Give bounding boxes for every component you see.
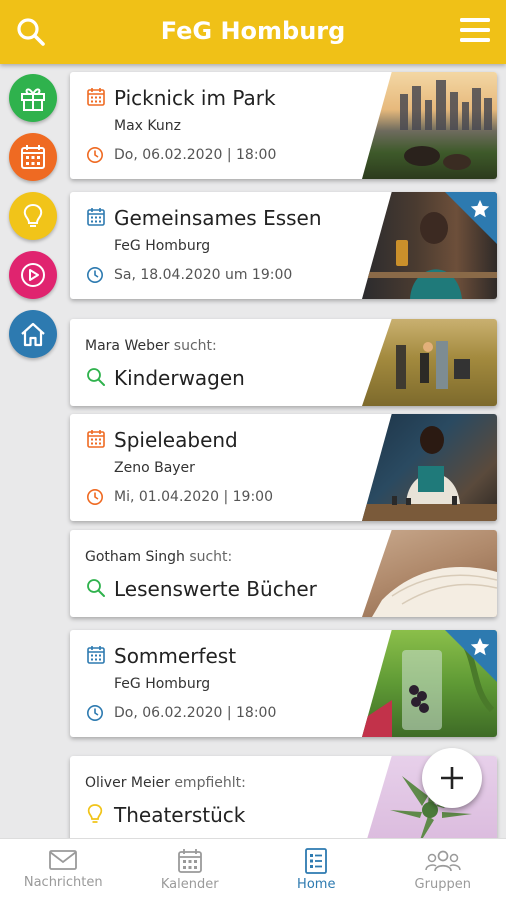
list-icon	[305, 848, 328, 874]
calendar-icon	[87, 208, 105, 226]
event-card[interactable]: Sommerfest FeG Homburg Do, 06.02.2020 | …	[70, 630, 497, 737]
request-author: Gotham Singh sucht:	[85, 549, 233, 565]
add-button[interactable]	[422, 748, 482, 808]
request-author: Mara Weber sucht:	[85, 338, 217, 354]
lightbulb-icon	[23, 203, 43, 227]
page-title: FeG Homburg	[160, 17, 346, 45]
event-title: Sommerfest	[114, 644, 237, 668]
clock-icon	[87, 267, 103, 283]
side-media-button[interactable]	[9, 251, 57, 299]
nav-label: Home	[297, 877, 336, 892]
gift-icon	[21, 88, 45, 111]
calendar-icon	[87, 646, 105, 664]
event-organizer: Zeno Bayer	[114, 460, 195, 476]
calendar-icon	[177, 849, 202, 873]
event-image	[362, 72, 497, 179]
side-gift-button[interactable]	[9, 74, 57, 122]
search-request-card[interactable]: Mara Weber sucht: Kinderwagen	[70, 319, 497, 406]
calendar-icon	[87, 88, 105, 106]
recommendation-title: Theaterstück	[114, 803, 246, 827]
event-datetime: Do, 06.02.2020 | 18:00	[114, 705, 277, 721]
event-organizer: FeG Homburg	[114, 676, 211, 692]
nav-groups[interactable]: Gruppen	[380, 839, 506, 900]
event-datetime: Sa, 18.04.2020 um 19:00	[114, 267, 293, 283]
request-image	[362, 530, 497, 617]
nav-messages[interactable]: Nachrichten	[0, 839, 127, 900]
event-organizer: Max Kunz	[114, 118, 181, 134]
event-image	[362, 414, 497, 521]
lightbulb-icon	[87, 804, 103, 823]
recommendation-author: Oliver Meier empfiehlt:	[85, 775, 246, 791]
nav-label: Kalender	[160, 877, 219, 892]
event-card[interactable]: Spieleabend Zeno Bayer Mi, 01.04.2020 | …	[70, 414, 497, 521]
side-idea-button[interactable]	[9, 192, 57, 240]
clock-icon	[87, 705, 103, 721]
search-icon	[87, 368, 105, 386]
request-title: Lesenswerte Bücher	[114, 577, 317, 601]
nav-label: Nachrichten	[23, 875, 103, 890]
event-title: Picknick im Park	[114, 86, 276, 110]
side-calendar-button[interactable]	[9, 133, 57, 181]
clock-icon	[87, 147, 103, 163]
nav-calendar[interactable]: Kalender	[127, 839, 254, 900]
envelope-icon	[49, 850, 78, 870]
search-icon	[87, 579, 105, 597]
calendar-icon	[21, 145, 45, 169]
star-icon	[470, 637, 490, 656]
event-card[interactable]: Picknick im Park Max Kunz Do, 06.02.2020…	[70, 72, 497, 179]
group-icon	[425, 850, 461, 872]
request-image	[362, 319, 497, 406]
event-card[interactable]: Gemeinsames Essen FeG Homburg Sa, 18.04.…	[70, 192, 497, 299]
app-header: FeG Homburg	[0, 0, 506, 64]
event-title: Spieleabend	[114, 428, 238, 452]
hamburger-menu-icon[interactable]	[460, 16, 490, 44]
event-organizer: FeG Homburg	[114, 238, 211, 254]
search-request-card[interactable]: Gotham Singh sucht: Lesenswerte Bücher	[70, 530, 497, 617]
side-home-button[interactable]	[9, 310, 57, 358]
plus-icon	[441, 767, 463, 789]
event-datetime: Do, 06.02.2020 | 18:00	[114, 147, 277, 163]
home-icon	[21, 322, 45, 347]
calendar-icon	[87, 430, 105, 448]
star-icon	[470, 199, 490, 218]
clock-icon	[87, 489, 103, 505]
nav-home[interactable]: Home	[253, 839, 380, 900]
request-title: Kinderwagen	[114, 366, 245, 390]
play-icon	[21, 263, 45, 287]
event-title: Gemeinsames Essen	[114, 206, 322, 230]
event-datetime: Mi, 01.04.2020 | 19:00	[114, 489, 273, 505]
bottom-navigation: Nachrichten Kalender Home Gruppen	[0, 838, 506, 900]
nav-label: Gruppen	[414, 877, 471, 892]
